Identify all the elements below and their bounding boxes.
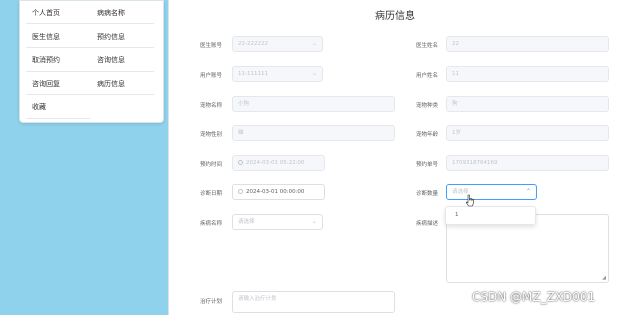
pet-gender-input[interactable]: 雄 bbox=[232, 125, 395, 141]
menu-item-cancel-appointment[interactable]: 取消预约 bbox=[32, 55, 60, 65]
menu-item-disease-name[interactable]: 病病名称 bbox=[97, 8, 125, 18]
user-name-label: 用户姓名 bbox=[416, 73, 439, 79]
resize-handle-icon[interactable]: ◢ bbox=[602, 275, 606, 281]
pet-type-input[interactable]: 狗 bbox=[446, 96, 609, 112]
doctor-no-label: 医生账号 bbox=[200, 43, 223, 49]
menu-item-doctor-info[interactable]: 医生信息 bbox=[32, 32, 60, 42]
user-no-label: 用户账号 bbox=[200, 73, 223, 79]
menu-divider bbox=[26, 118, 90, 119]
menu-divider bbox=[26, 47, 154, 48]
chevron-down-icon: ⌄ bbox=[311, 40, 317, 47]
appt-time-label: 预约时间 bbox=[200, 162, 223, 168]
sidebar-menu: 个人首页 病病名称 医生信息 预约信息 取消预约 咨询信息 咨询回复 病历信息 … bbox=[19, 0, 164, 123]
watermark: CSDN @MZ_ZXD001 bbox=[472, 290, 596, 304]
appt-no-label: 预约单号 bbox=[416, 162, 439, 168]
diag-count-label: 诊断数量 bbox=[416, 191, 439, 197]
user-no-select[interactable]: 11-111111 ⌄ bbox=[232, 66, 323, 82]
doctor-name-input[interactable]: 22 bbox=[446, 36, 609, 52]
diag-date-picker[interactable]: 2024-03-01 00:00:00 bbox=[232, 184, 325, 200]
menu-item-consult-info[interactable]: 咨询信息 bbox=[97, 55, 125, 65]
disease-name-label: 疾病名称 bbox=[200, 221, 223, 227]
pet-type-label: 宠物种类 bbox=[416, 103, 439, 109]
dropdown-option[interactable]: 1 bbox=[455, 212, 459, 218]
menu-divider bbox=[26, 23, 154, 24]
disease-name-select[interactable]: 请选择 ⌄ bbox=[232, 214, 323, 230]
clock-icon bbox=[238, 159, 243, 165]
diag-count-dropdown: 1 bbox=[445, 206, 536, 225]
page-title: 病历信息 bbox=[375, 11, 415, 22]
doctor-name-label: 医生姓名 bbox=[416, 43, 439, 49]
chevron-up-icon: ⌃ bbox=[525, 188, 531, 195]
doctor-no-select[interactable]: 22-222222 ⌄ bbox=[232, 36, 323, 52]
hand-cursor-icon bbox=[465, 194, 474, 207]
treatment-plan-label: 治疗计划 bbox=[200, 299, 223, 305]
chevron-down-icon: ⌄ bbox=[311, 70, 317, 77]
menu-divider bbox=[26, 71, 154, 72]
chevron-down-icon: ⌄ bbox=[311, 218, 317, 225]
appt-time-input[interactable]: 2024-03-01 05:22:00 bbox=[232, 155, 325, 171]
diag-date-label: 诊断日期 bbox=[200, 191, 223, 197]
treatment-plan-textarea[interactable]: 请输入治疗计划 bbox=[232, 291, 395, 313]
menu-item-appointment-info[interactable]: 预约信息 bbox=[97, 32, 125, 42]
pet-name-input[interactable]: 小狗 bbox=[232, 96, 395, 112]
menu-item-consult-reply[interactable]: 咨询回复 bbox=[32, 79, 60, 89]
clock-icon bbox=[238, 188, 243, 194]
menu-item-favorites[interactable]: 收藏 bbox=[32, 102, 46, 112]
pet-age-label: 宠物年龄 bbox=[416, 132, 439, 138]
disease-desc-label: 疾病描述 bbox=[416, 221, 439, 227]
appt-no-input[interactable]: 1709318764169 bbox=[446, 155, 609, 171]
menu-item-medical-record[interactable]: 病历信息 bbox=[97, 79, 125, 89]
diag-count-select[interactable]: 请选择 ⌃ bbox=[446, 184, 537, 200]
user-name-input[interactable]: 11 bbox=[446, 66, 609, 82]
pet-name-label: 宠物名称 bbox=[200, 103, 223, 109]
pet-age-input[interactable]: 1岁 bbox=[446, 125, 609, 141]
pet-gender-label: 宠物性别 bbox=[200, 132, 223, 138]
menu-item-home[interactable]: 个人首页 bbox=[32, 8, 60, 18]
menu-divider bbox=[26, 94, 154, 95]
